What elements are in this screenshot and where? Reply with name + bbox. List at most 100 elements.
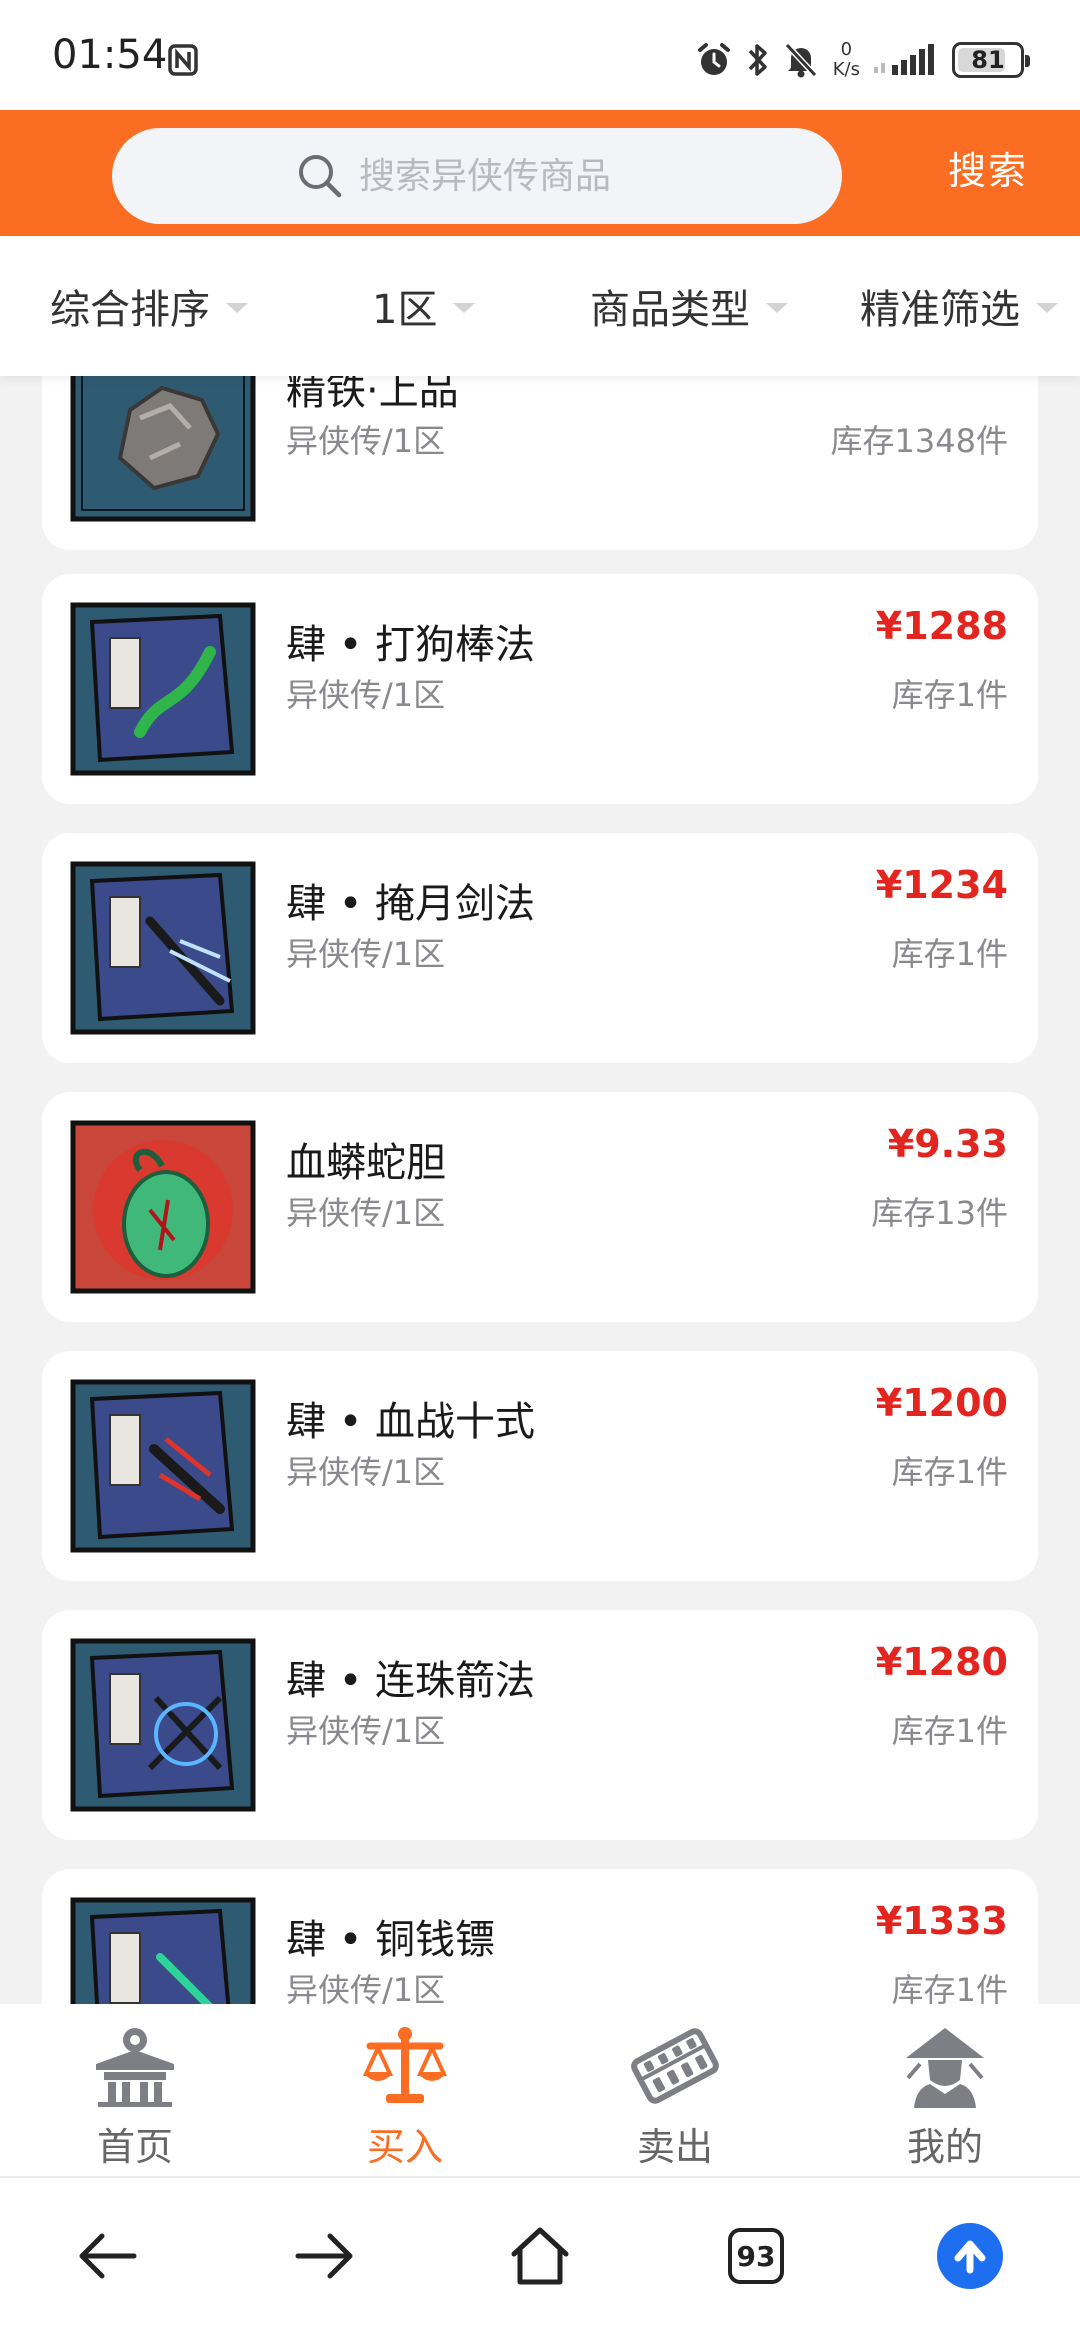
swordsman-avatar-icon: [906, 2028, 984, 2108]
caret-down-icon: [453, 303, 476, 313]
signal-icon: [874, 44, 934, 75]
search-box[interactable]: [112, 128, 842, 224]
filter-sort[interactable]: 综合排序: [50, 278, 248, 334]
status-bar: 01:54 0 K/s 81: [0, 0, 1080, 110]
arrow-up-icon: [954, 2240, 986, 2274]
tabs-button[interactable]: 93: [716, 2216, 796, 2296]
forward-arrow-icon: [295, 2233, 353, 2279]
filter-category-label: 商品类型: [590, 287, 750, 333]
upload-button[interactable]: [930, 2216, 1010, 2296]
nfc-icon: [168, 44, 198, 76]
product-stock: 库存13件: [871, 1194, 1008, 1232]
filter-advanced-label: 精准筛选: [860, 287, 1020, 333]
product-name: 肆 • 打狗棒法: [286, 622, 536, 668]
filter-sort-label: 综合排序: [50, 287, 210, 333]
product-card[interactable]: 肆 • 铜钱镖 ¥1333 异侠传/1区 库存1件: [42, 1869, 1038, 2004]
product-price: ¥1288: [875, 604, 1008, 648]
skill-book-icon: [70, 1379, 256, 1553]
battery-cap: [1025, 55, 1030, 67]
filter-server[interactable]: 1区: [372, 278, 476, 334]
product-stock: 库存1件: [891, 1971, 1008, 2004]
skill-book-icon: [70, 1638, 256, 1812]
skill-book-icon: [70, 1897, 256, 2004]
tab-profile[interactable]: 我的: [810, 2004, 1080, 2176]
back-arrow-icon: [79, 2233, 137, 2279]
tabs-icon: 93: [728, 2228, 784, 2284]
bluetooth-icon: [748, 44, 767, 76]
battery-icon: 81: [952, 42, 1030, 78]
tab-buy[interactable]: 买入: [270, 2004, 540, 2176]
home-icon: [511, 2227, 569, 2285]
alarm-icon: [697, 43, 730, 75]
search-input[interactable]: [359, 155, 659, 197]
product-subtitle: 异侠传/1区: [286, 676, 446, 714]
product-card[interactable]: 精铁·上品 异侠传/1区 库存1348件: [42, 376, 1038, 550]
snake-gall-icon: [70, 1120, 256, 1294]
browser-nav-bar: 93: [0, 2176, 1080, 2331]
product-subtitle: 异侠传/1区: [286, 422, 446, 460]
filter-server-label: 1区: [372, 287, 438, 333]
product-price: ¥1280: [875, 1640, 1008, 1684]
product-subtitle: 异侠传/1区: [286, 1453, 446, 1491]
bottom-tab-bar: 首页 买入 卖出 我的: [0, 2004, 1080, 2176]
product-list[interactable]: 精铁·上品 异侠传/1区 库存1348件 肆 • 打狗棒法 ¥1288 异侠传/…: [0, 376, 1080, 2004]
product-subtitle: 异侠传/1区: [286, 935, 446, 973]
back-button[interactable]: [68, 2216, 148, 2296]
search-header: 搜索: [0, 110, 1080, 236]
filter-bar: 综合排序 1区 商品类型 精准筛选: [0, 236, 1080, 376]
tab-buy-label: 买入: [366, 2125, 443, 2169]
product-name: 肆 • 连珠箭法: [286, 1658, 536, 1704]
caret-down-icon: [1036, 303, 1058, 313]
filter-category[interactable]: 商品类型: [590, 278, 788, 334]
tab-count: 93: [736, 2239, 776, 2273]
product-stock: 库存1件: [891, 1453, 1008, 1491]
tab-home[interactable]: 首页: [0, 2004, 270, 2176]
battery-level: 81: [971, 46, 1005, 74]
product-card[interactable]: 肆 • 连珠箭法 ¥1280 异侠传/1区 库存1件: [42, 1610, 1038, 1840]
forward-button[interactable]: [284, 2216, 364, 2296]
net-speed-value: 0: [840, 39, 853, 60]
product-stock: 库存1件: [891, 676, 1008, 714]
product-price: ¥1234: [875, 863, 1008, 907]
product-name: 肆 • 铜钱镖: [286, 1917, 496, 1963]
browser-home-button[interactable]: [500, 2216, 580, 2296]
product-name: 精铁·上品: [286, 376, 459, 414]
tab-sell-label: 卖出: [636, 2125, 713, 2169]
caret-down-icon: [766, 303, 788, 313]
tab-sell[interactable]: 卖出: [540, 2004, 810, 2176]
status-icons: 0 K/s 81: [695, 36, 1030, 84]
filter-advanced[interactable]: 精准筛选: [860, 278, 1058, 334]
product-subtitle: 异侠传/1区: [286, 1194, 446, 1232]
product-name: 肆 • 血战十式: [286, 1399, 536, 1445]
caret-down-icon: [226, 303, 248, 313]
status-time: 01:54: [52, 32, 168, 78]
tab-home-label: 首页: [96, 2125, 173, 2169]
product-subtitle: 异侠传/1区: [286, 1712, 446, 1750]
product-stock: 库存1件: [891, 935, 1008, 973]
mute-icon: [784, 42, 817, 78]
search-button[interactable]: 搜索: [948, 140, 1028, 195]
product-price: ¥1200: [875, 1381, 1008, 1425]
tab-profile-label: 我的: [906, 2125, 983, 2169]
product-name: 肆 • 掩月剑法: [286, 881, 536, 927]
scale-icon: [362, 2027, 448, 2103]
product-card[interactable]: 肆 • 血战十式 ¥1200 异侠传/1区 库存1件: [42, 1351, 1038, 1581]
search-icon: [299, 155, 342, 198]
net-speed: 0 K/s: [833, 40, 860, 80]
product-card[interactable]: 肆 • 掩月剑法 ¥1234 异侠传/1区 库存1件: [42, 833, 1038, 1063]
product-card[interactable]: 血蟒蛇胆 ¥9.33 异侠传/1区 库存13件: [42, 1092, 1038, 1322]
skill-book-icon: [70, 602, 256, 776]
home-building-icon: [96, 2028, 174, 2107]
product-name: 血蟒蛇胆: [286, 1140, 446, 1186]
skill-book-icon: [70, 861, 256, 1035]
product-price: ¥1333: [875, 1899, 1008, 1943]
product-subtitle: 异侠传/1区: [286, 1971, 446, 2004]
product-card[interactable]: 肆 • 打狗棒法 ¥1288 异侠传/1区 库存1件: [42, 574, 1038, 804]
product-stock: 库存1348件: [830, 422, 1008, 460]
net-speed-unit: K/s: [832, 59, 860, 80]
product-price: ¥9.33: [887, 1122, 1008, 1166]
iron-ore-icon: [70, 376, 256, 522]
abacus-icon: [631, 2028, 719, 2104]
product-stock: 库存1件: [891, 1712, 1008, 1750]
upload-icon: [937, 2223, 1003, 2289]
